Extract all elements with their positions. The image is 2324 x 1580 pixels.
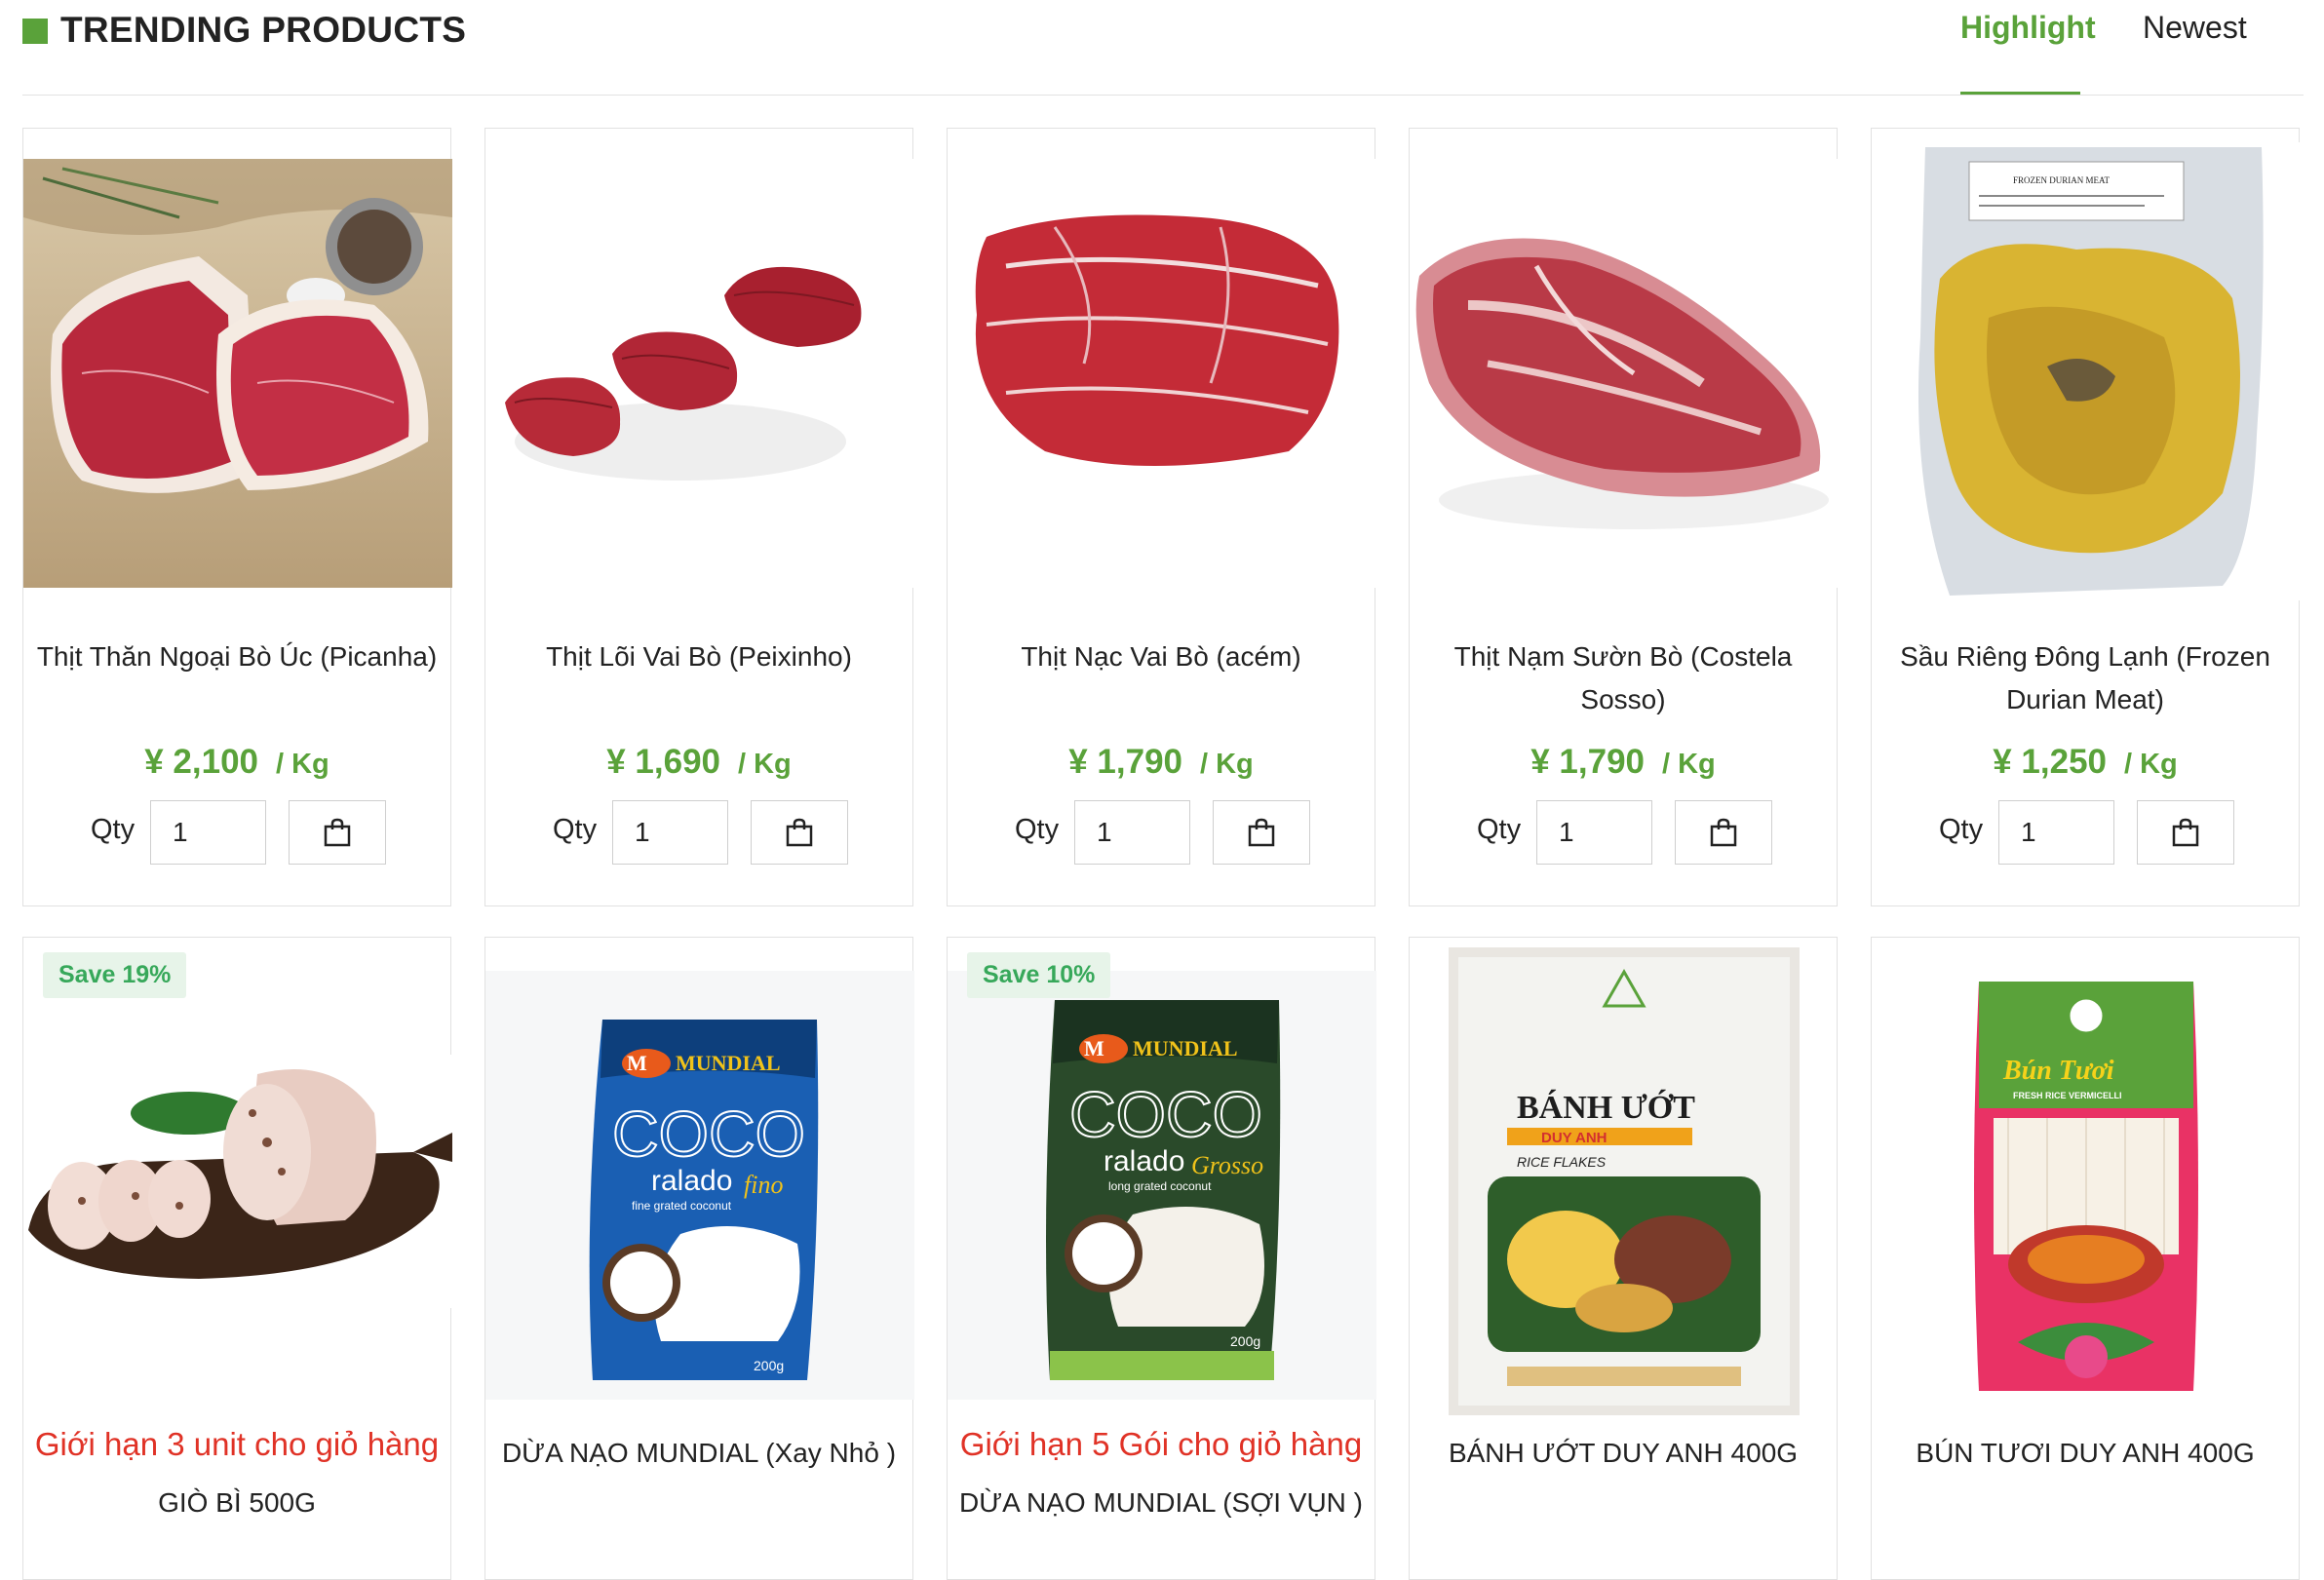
add-to-cart-button[interactable]: [1675, 800, 1772, 865]
product-image-acem[interactable]: [948, 159, 1376, 588]
product-name[interactable]: GIÒ BÌ 500G: [23, 1482, 450, 1524]
price-row: ¥ 1,790 / Kg: [948, 743, 1375, 782]
qty-input[interactable]: [1074, 800, 1190, 865]
product-price: ¥ 1,250: [1993, 743, 2107, 781]
add-to-cart-button[interactable]: [289, 800, 386, 865]
product-card[interactable]: Bún Tươi FRESH RICE VERMICELLI BÚN TƯƠI …: [1871, 937, 2300, 1580]
product-name[interactable]: Thịt Nạm Sườn Bò (Costela Sosso): [1410, 636, 1837, 721]
brand-text: MUNDIAL: [1133, 1036, 1238, 1060]
bun-tuoi-title: Bún Tươi: [2002, 1056, 2114, 1086]
banh-uot-title: BÁNH ƯỚT: [1517, 1089, 1695, 1126]
product-image-bun-tuoi[interactable]: Bún Tươi FRESH RICE VERMICELLI: [1959, 972, 2213, 1401]
product-image-coco-fino[interactable]: M MUNDIAL COCO ralado fino fine grated c…: [485, 971, 914, 1400]
product-name[interactable]: Thịt Lõi Vai Bò (Peixinho): [485, 636, 912, 678]
qty-input[interactable]: [1536, 800, 1652, 865]
qty-input[interactable]: [150, 800, 266, 865]
duy-anh-text: DUY ANH: [1541, 1130, 1607, 1146]
price-row: ¥ 1,690 / Kg: [485, 743, 912, 782]
product-name[interactable]: Thịt Nạc Vai Bò (acém): [948, 636, 1375, 678]
product-card[interactable]: BÁNH ƯỚT DUY ANH RICE FLAKES BÁNH ƯỚT DU…: [1409, 937, 1838, 1580]
cart-limit-note: Giới hạn 3 unit cho giỏ hàng: [34, 1426, 440, 1462]
price-unit: / Kg: [738, 749, 792, 780]
product-card[interactable]: Thịt Lõi Vai Bò (Peixinho) ¥ 1,690 / Kg Q…: [484, 128, 914, 906]
product-image-coco-grosso[interactable]: M MUNDIAL COCO ralado Grosso long grated…: [948, 971, 1376, 1400]
product-image-gio-bi[interactable]: [23, 1055, 452, 1308]
product-card[interactable]: M MUNDIAL COCO ralado fino fine grated c…: [484, 937, 914, 1580]
product-price: ¥ 1,690: [606, 743, 720, 781]
qty-input[interactable]: [1998, 800, 2114, 865]
svg-text:M: M: [1084, 1036, 1104, 1060]
weight-text: 200g: [1230, 1333, 1260, 1349]
ralado-text: ralado: [1104, 1145, 1184, 1177]
product-name[interactable]: BÚN TƯƠI DUY ANH 400G: [1872, 1432, 2299, 1475]
grated-text: long grated coconut: [1108, 1179, 1212, 1193]
product-image-peixinho[interactable]: [485, 159, 914, 588]
price-unit: / Kg: [276, 749, 329, 780]
shopping-bag-icon: [1710, 818, 1737, 847]
product-card[interactable]: M MUNDIAL COCO ralado Grosso long grated…: [947, 937, 1376, 1580]
product-image-durian[interactable]: FROZEN DURIAN MEAT: [1872, 142, 2301, 600]
product-image-picanha[interactable]: [23, 159, 452, 588]
qty-label: Qty: [1939, 814, 1984, 845]
product-name[interactable]: DỪA NẠO MUNDIAL (SỢI VỤN ): [948, 1482, 1375, 1524]
product-image-costela[interactable]: [1410, 159, 1839, 588]
rice-flakes-text: RICE FLAKES: [1517, 1154, 1607, 1170]
price-row: ¥ 1,250 / Kg: [1872, 743, 2299, 782]
price-unit: / Kg: [1662, 749, 1716, 780]
product-name[interactable]: BÁNH ƯỚT DUY ANH 400G: [1410, 1432, 1837, 1475]
save-badge: Save 19%: [43, 952, 187, 998]
shopping-bag-icon: [2172, 818, 2199, 847]
product-card[interactable]: FROZEN DURIAN MEAT Sầu Riêng Đông Lạnh (…: [1871, 128, 2301, 906]
product-card[interactable]: Thịt Thăn Ngoại Bò Úc (Picanha) ¥ 2,100 /…: [22, 128, 452, 906]
shopping-bag-icon: [324, 818, 351, 847]
qty-label: Qty: [91, 814, 136, 845]
product-name[interactable]: Sầu Riêng Đông Lạnh (Frozen Durian Meat): [1872, 636, 2299, 721]
qty-input[interactable]: [612, 800, 728, 865]
grated-text: fine grated coconut: [632, 1199, 732, 1213]
fresh-rice-text: FRESH RICE VERMICELLI: [2013, 1091, 2122, 1100]
coco-text: COCO: [1069, 1078, 1262, 1150]
tab-newest[interactable]: Newest: [2143, 10, 2247, 46]
add-to-cart-button[interactable]: [751, 800, 848, 865]
package-label: FROZEN DURIAN MEAT: [2013, 175, 2111, 185]
grosso-text: Grosso: [1191, 1151, 1263, 1179]
save-badge: Save 10%: [967, 952, 1111, 998]
ralado-text: ralado: [651, 1165, 732, 1197]
brand-text: MUNDIAL: [676, 1051, 781, 1075]
product-price: ¥ 2,100: [144, 743, 258, 781]
add-to-cart-button[interactable]: [1213, 800, 1310, 865]
product-price: ¥ 1,790: [1530, 743, 1645, 781]
product-card[interactable]: Save 19% Giới hạn 3 unit cho giỏ hàng GI…: [22, 937, 452, 1580]
product-card[interactable]: Thịt Nạm Sườn Bò (Costela Sosso) ¥ 1,790…: [1409, 128, 1839, 906]
fino-text: fino: [744, 1171, 783, 1199]
title-accent-square: [22, 19, 48, 44]
svg-text:M: M: [627, 1051, 647, 1075]
header-divider: [22, 95, 2304, 96]
weight-text: 200g: [754, 1358, 784, 1373]
qty-label: Qty: [1015, 814, 1060, 845]
section-title: TRENDING PRODUCTS: [60, 10, 467, 50]
qty-label: Qty: [1477, 814, 1522, 845]
add-to-cart-button[interactable]: [2137, 800, 2234, 865]
product-card[interactable]: Thịt Nạc Vai Bò (acém) ¥ 1,790 / Kg Qty: [947, 128, 1376, 906]
price-row: ¥ 1,790 / Kg: [1410, 743, 1837, 782]
cart-limit-note: Giới hạn 5 Gói cho giỏ hàng: [959, 1426, 1363, 1462]
qty-label: Qty: [553, 814, 598, 845]
product-name[interactable]: DỪA NẠO MUNDIAL (Xay Nhỏ ): [485, 1432, 912, 1475]
shopping-bag-icon: [1248, 818, 1275, 847]
price-unit: / Kg: [1200, 749, 1254, 780]
price-row: ¥ 2,100 / Kg: [23, 743, 450, 782]
product-name[interactable]: Thịt Thăn Ngoại Bò Úc (Picanha): [23, 636, 450, 678]
shopping-bag-icon: [786, 818, 813, 847]
product-price: ¥ 1,790: [1068, 743, 1182, 781]
tab-highlight[interactable]: Highlight: [1960, 10, 2096, 46]
coco-text: COCO: [612, 1098, 805, 1170]
product-image-banh-uot[interactable]: BÁNH ƯỚT DUY ANH RICE FLAKES: [1449, 947, 1800, 1415]
section-header: TRENDING PRODUCTS Highlight Newest: [0, 0, 2324, 97]
price-unit: / Kg: [2124, 749, 2178, 780]
